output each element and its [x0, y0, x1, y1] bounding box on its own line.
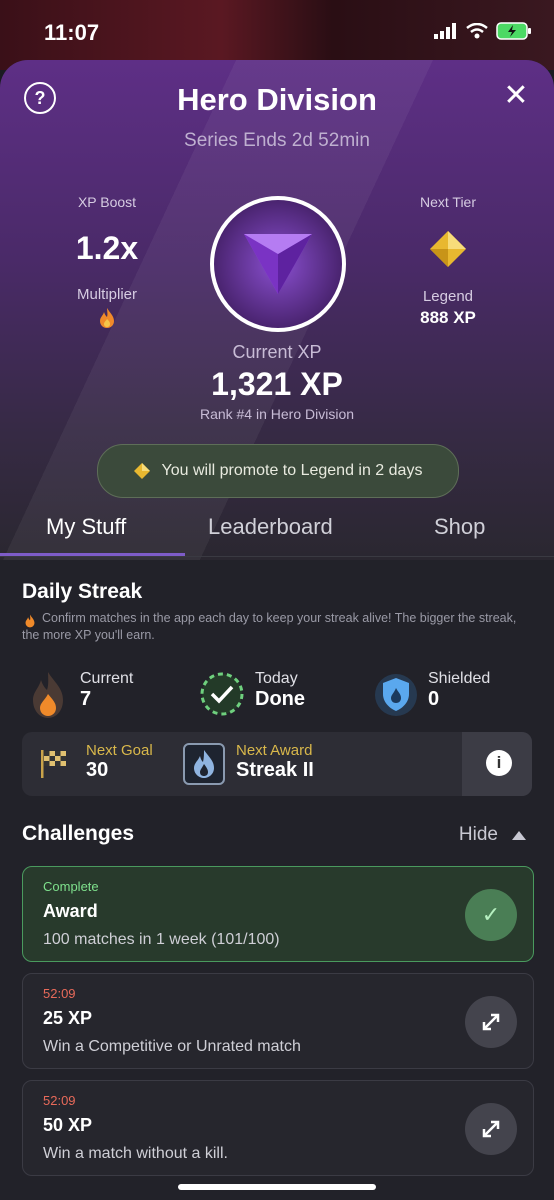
- status-bar: 11:07: [0, 0, 554, 60]
- streak-shielded: Shielded 0: [428, 670, 490, 711]
- challenge-expand-button[interactable]: [465, 996, 517, 1048]
- streak-today: Today Done: [255, 670, 305, 711]
- streak-award-icon: [183, 743, 225, 785]
- streak-today-value: Done: [255, 688, 305, 710]
- streak-today-label: Today: [255, 670, 298, 687]
- challenge-complete-button[interactable]: ✓: [465, 889, 517, 941]
- expand-icon: [482, 1120, 500, 1138]
- next-tier-label: Next Tier: [419, 194, 476, 210]
- xp-boost-value: 1.2x: [75, 230, 139, 266]
- chevron-up-icon: [512, 830, 526, 840]
- challenge-timer: 52:09: [43, 986, 76, 1001]
- close-button[interactable]: ✕: [502, 79, 530, 112]
- challenge-card[interactable]: 52:09 50 XP Win a match without a kill.: [22, 1080, 534, 1176]
- next-award-label: Next Award: [236, 742, 313, 759]
- challenge-title: 50 XP: [43, 1115, 93, 1135]
- challenges-hide-toggle[interactable]: Hide: [459, 824, 526, 846]
- checkered-flag-icon: [41, 750, 66, 778]
- legend-diamond-icon: [430, 231, 466, 267]
- challenge-title: 25 XP: [43, 1008, 93, 1028]
- signal-icon: [434, 23, 456, 39]
- next-goal-value: 30: [86, 759, 109, 781]
- streak-shielded-value: 0: [428, 688, 440, 710]
- promotion-text: You will promote to Legend in 2 days: [161, 462, 423, 479]
- daily-streak-description: Confirm matches in the app each day to k…: [22, 611, 517, 642]
- streak-current-value: 7: [80, 688, 92, 710]
- current-xp-value: 1,321 XP: [211, 366, 343, 402]
- challenge-description: Win a Competitive or Unrated match: [43, 1038, 301, 1055]
- home-indicator[interactable]: [178, 1184, 376, 1190]
- status-icons: [434, 22, 532, 40]
- challenge-status: Complete: [43, 879, 99, 894]
- tab-shop[interactable]: Shop: [434, 514, 485, 540]
- streak-info-button[interactable]: i: [462, 732, 532, 796]
- multiplier-label: Multiplier: [76, 286, 137, 303]
- legend-diamond-icon: [133, 463, 150, 479]
- page-title: Hero Division: [177, 82, 377, 117]
- next-award: Next Award Streak II: [236, 742, 314, 782]
- next-tier-xp: 888 XP: [420, 308, 476, 327]
- expand-icon: [482, 1013, 500, 1031]
- streak-current-label: Current: [80, 670, 134, 687]
- tab-my-stuff[interactable]: My Stuff: [46, 514, 126, 540]
- battery-icon: [496, 22, 531, 40]
- flame-icon: [100, 308, 114, 328]
- challenge-card[interactable]: 52:09 25 XP Win a Competitive or Unrated…: [22, 973, 534, 1069]
- daily-streak-title: Daily Streak: [22, 580, 143, 603]
- info-icon: i: [486, 750, 512, 776]
- current-xp-label: Current XP: [232, 342, 322, 362]
- series-countdown: Series Ends 2d 52min: [184, 130, 370, 151]
- flame-icon: [33, 672, 63, 718]
- promotion-banner: You will promote to Legend in 2 days: [97, 444, 459, 498]
- checkmark-icon: ✓: [481, 902, 501, 927]
- next-tier-name: Legend: [422, 288, 474, 305]
- rank-text: Rank #4 in Hero Division: [199, 406, 355, 422]
- challenge-card[interactable]: Complete Award 100 matches in 1 week (10…: [22, 866, 534, 962]
- hide-label: Hide: [458, 824, 498, 845]
- tab-divider: [0, 556, 554, 557]
- next-goal-label: Next Goal: [86, 742, 153, 759]
- challenge-timer: 52:09: [43, 1093, 76, 1108]
- streak-shielded-label: Shielded: [428, 670, 491, 687]
- status-time: 11:07: [44, 20, 100, 45]
- division-emblem: [210, 196, 346, 332]
- challenges-title: Challenges: [22, 822, 135, 845]
- close-icon: ✕: [503, 79, 529, 112]
- challenge-description: Win a match without a kill.: [43, 1145, 228, 1162]
- check-circle-icon: [200, 672, 244, 716]
- challenge-title: Award: [43, 901, 98, 921]
- division-sheet: ? Hero Division ✕ Series Ends 2d 52min X…: [0, 60, 554, 1200]
- division-triangle-icon: [244, 234, 312, 294]
- challenge-description: 100 matches in 1 week (101/100): [43, 931, 280, 948]
- next-goal-card: Next Goal 30 Next Award Streak II i: [22, 732, 532, 796]
- shield-icon: [375, 674, 417, 716]
- tab-bar: My Stuff Leaderboard Shop: [0, 500, 554, 556]
- next-award-value: Streak II: [236, 759, 314, 781]
- wifi-icon: [466, 23, 488, 39]
- challenge-expand-button[interactable]: [465, 1103, 517, 1155]
- xp-boost-label: XP Boost: [77, 194, 137, 210]
- next-goal: Next Goal 30: [86, 742, 153, 782]
- tab-leaderboard[interactable]: Leaderboard: [208, 514, 333, 540]
- streak-current: Current 7: [80, 670, 133, 711]
- division-hero: ? Hero Division ✕ Series Ends 2d 52min X…: [0, 60, 554, 560]
